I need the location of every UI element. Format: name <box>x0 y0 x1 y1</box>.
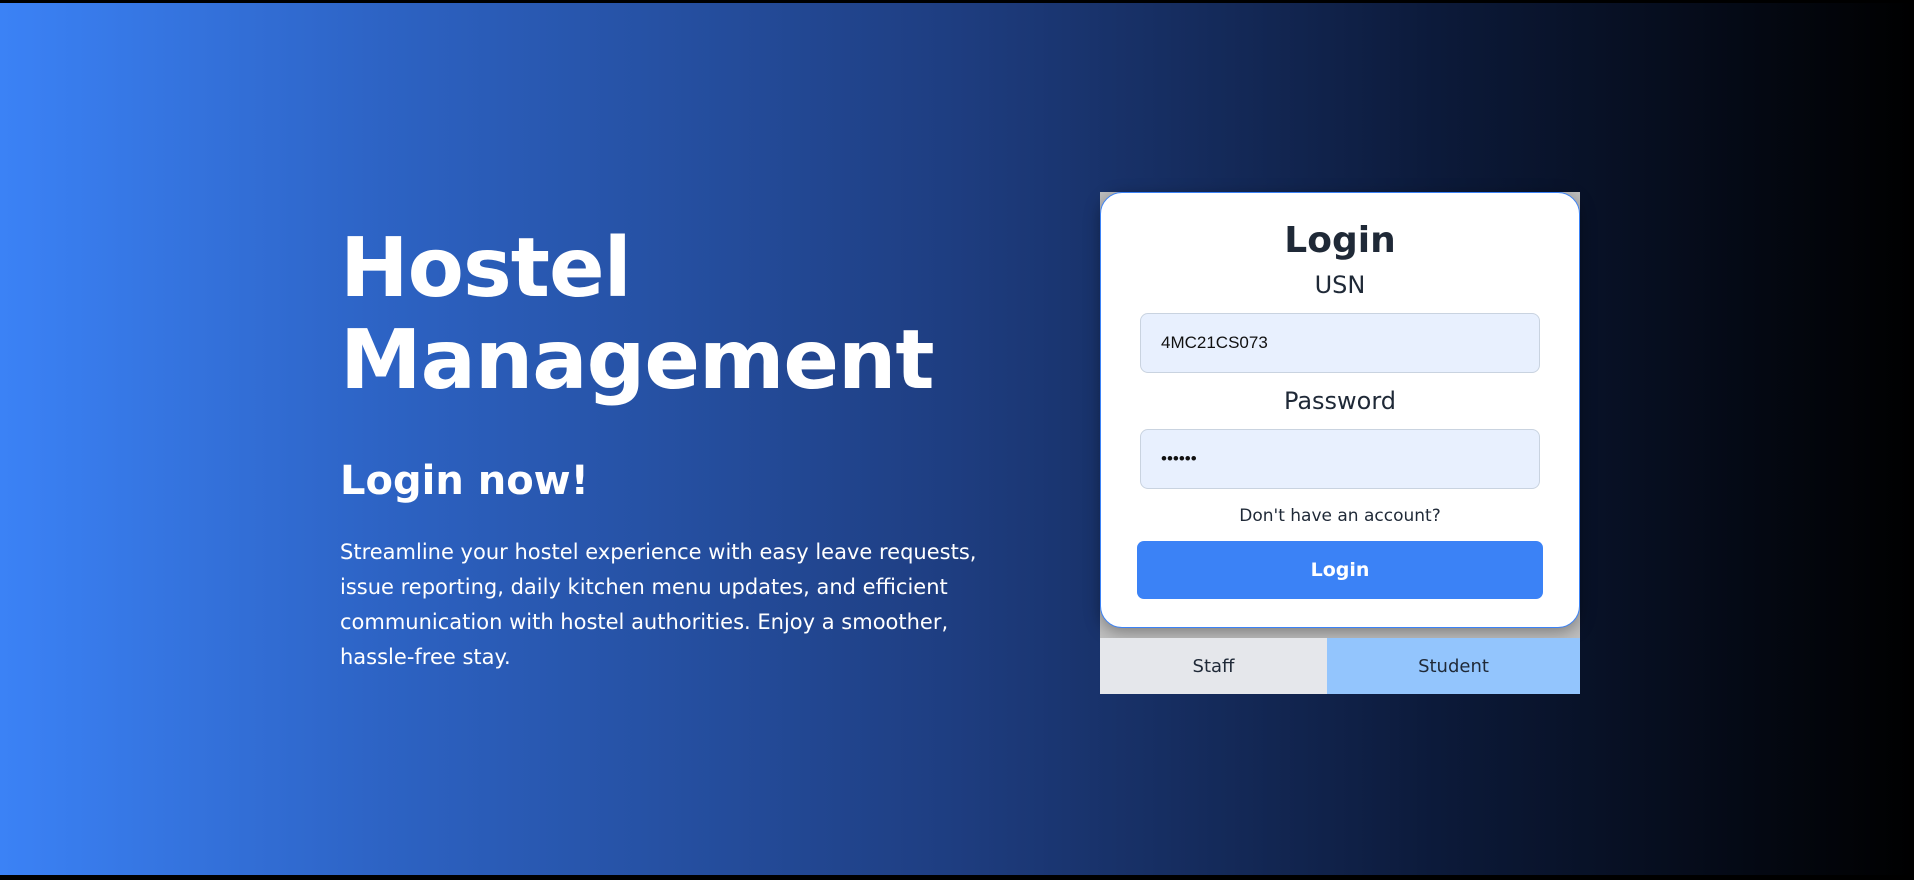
tab-student[interactable]: Student <box>1327 638 1580 694</box>
role-tabs: Staff Student <box>1100 638 1580 694</box>
login-button[interactable]: Login <box>1137 541 1543 599</box>
usn-label: USN <box>1314 271 1366 299</box>
login-card: Login USN Password Don't have an account… <box>1100 192 1580 628</box>
hero-title: Hostel Management <box>340 223 1040 407</box>
login-panel: Login USN Password Don't have an account… <box>1100 192 1580 694</box>
hero-title-line1: Hostel <box>340 221 632 316</box>
page-background: Hostel Management Login now! Streamline … <box>0 3 1914 875</box>
signup-link[interactable]: Don't have an account? <box>1101 505 1579 527</box>
hero-title-line2: Management <box>340 313 935 408</box>
login-title: Login <box>1284 220 1396 261</box>
hero-section: Hostel Management Login now! Streamline … <box>340 223 1040 675</box>
password-label: Password <box>1283 387 1397 415</box>
hero-subtitle: Login now! <box>340 458 589 504</box>
hero-description: Streamline your hostel experience with e… <box>340 540 977 669</box>
tab-staff[interactable]: Staff <box>1100 638 1327 694</box>
password-input[interactable] <box>1140 429 1540 489</box>
usn-input[interactable] <box>1140 313 1540 373</box>
